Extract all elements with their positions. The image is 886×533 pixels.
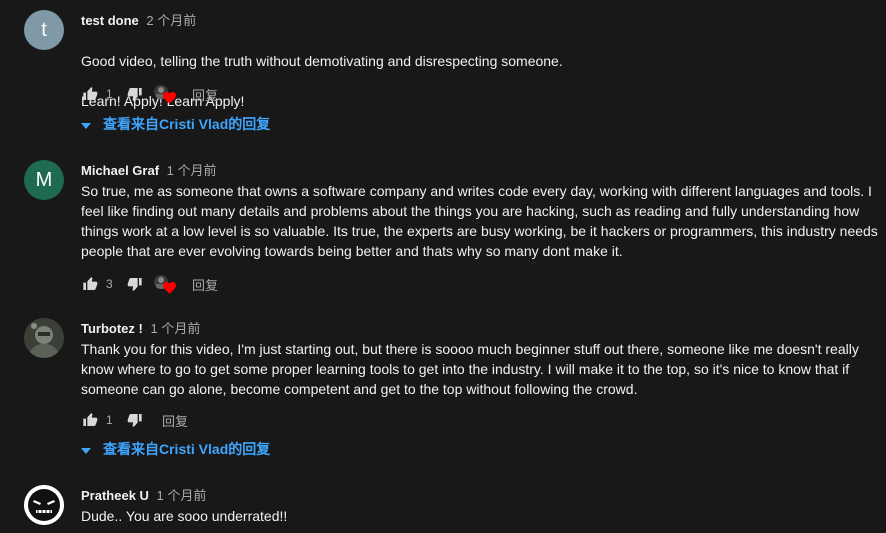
comment-header: Pratheek U 1 个月前: [81, 485, 206, 504]
creator-heart-badge: [154, 273, 176, 295]
avatar-image: [24, 485, 64, 525]
like-count: 3: [106, 277, 113, 291]
avatar-letter: t: [41, 18, 47, 41]
caret-down-icon: [81, 116, 91, 132]
thumbs-down-icon[interactable]: [126, 85, 144, 103]
thumbs-up-icon[interactable]: [81, 85, 99, 103]
caret-down-icon: [81, 441, 91, 457]
author-name[interactable]: Pratheek U: [81, 488, 149, 503]
author-name[interactable]: Turbotez !: [81, 321, 143, 336]
avatar[interactable]: M: [24, 160, 64, 200]
reply-button[interactable]: 回复: [192, 85, 218, 104]
comment-time[interactable]: 1 个月前: [150, 321, 200, 336]
view-replies-label: 查看来自Cristi Vlad的回复: [103, 441, 271, 457]
reply-button[interactable]: 回复: [192, 275, 218, 294]
heart-icon: [163, 281, 176, 299]
like-count: 1: [106, 87, 113, 101]
comment-text: So true, me as someone that owns a softw…: [81, 183, 878, 259]
comment-actions: 1 回复: [81, 82, 218, 106]
comment-text: Thank you for this video, I'm just start…: [81, 341, 859, 397]
heart-icon: [163, 91, 176, 109]
thumbs-down-icon[interactable]: [126, 275, 144, 293]
like-count: 1: [106, 413, 113, 427]
comment-header: Turbotez ! 1 个月前: [81, 318, 200, 337]
avatar-letter: M: [35, 168, 53, 191]
comment-text-line: Good video, telling the truth without de…: [81, 53, 563, 69]
comment-actions: 1 回复: [81, 408, 188, 432]
avatar-image: [24, 318, 64, 358]
comment-header: test done 2 个月前: [81, 10, 196, 29]
comment-header: Michael Graf 1 个月前: [81, 160, 217, 179]
view-replies-label: 查看来自Cristi Vlad的回复: [103, 116, 271, 132]
comment-text: Dude.. You are sooo underrated!!: [81, 508, 288, 524]
comment-time[interactable]: 2 个月前: [146, 13, 196, 28]
thumbs-up-icon[interactable]: [81, 275, 99, 293]
view-replies-button[interactable]: 查看来自Cristi Vlad的回复: [81, 114, 270, 134]
avatar[interactable]: [24, 318, 64, 358]
author-name[interactable]: test done: [81, 13, 139, 28]
avatar[interactable]: t: [24, 10, 64, 50]
thumbs-down-icon[interactable]: [126, 411, 144, 429]
creator-heart-badge: [154, 83, 176, 105]
comment-time[interactable]: 1 个月前: [167, 163, 217, 178]
view-replies-button[interactable]: 查看来自Cristi Vlad的回复: [81, 439, 270, 459]
reply-button[interactable]: 回复: [162, 411, 188, 430]
author-name[interactable]: Michael Graf: [81, 163, 159, 178]
comment-time[interactable]: 1 个月前: [157, 488, 207, 503]
avatar[interactable]: [24, 485, 64, 525]
comment-actions: 3 回复: [81, 272, 218, 296]
thumbs-up-icon[interactable]: [81, 411, 99, 429]
